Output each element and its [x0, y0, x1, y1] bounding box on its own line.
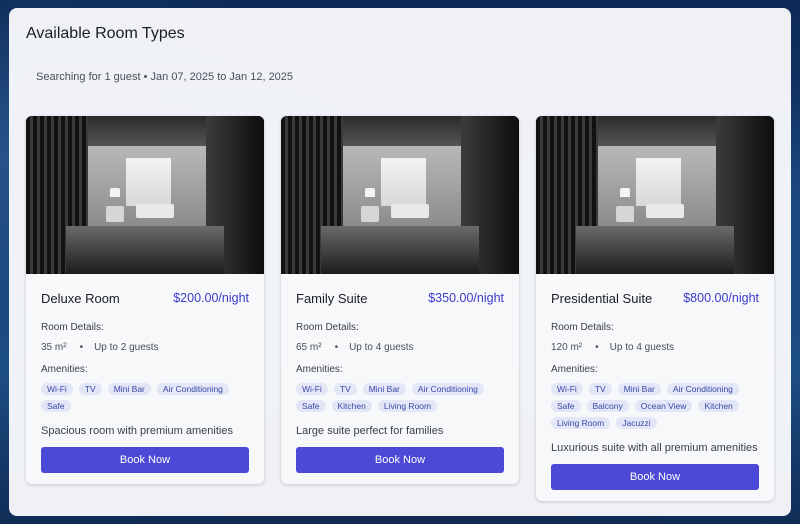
amenities-list: Wi-Fi TV Mini Bar Air Conditioning Safe Balco… — [551, 383, 759, 429]
amenity-tag: TV — [588, 383, 612, 395]
room-details-label: Room Details: — [551, 322, 614, 333]
room-name: Family Suite — [296, 290, 368, 306]
book-now-button[interactable]: Book Now — [41, 447, 249, 473]
room-name: Presidential Suite — [551, 290, 653, 306]
room-size: 120 m² — [551, 341, 583, 353]
amenity-tag: Ocean View — [634, 400, 693, 412]
amenities-list: Wi-Fi TV Mini Bar Air Conditioning Safe — [41, 383, 249, 412]
amenity-tag: Air Conditioning — [666, 383, 739, 395]
room-details: 35 m² • Up to 2 guests — [41, 341, 249, 353]
room-capacity: Up to 2 guests — [94, 341, 159, 353]
amenity-tag: Wi-Fi — [296, 383, 328, 395]
room-size: 35 m² — [41, 341, 67, 353]
room-description: Spacious room with premium amenities — [41, 425, 233, 437]
room-card: Family Suite $350.00/night Room Details:… — [281, 116, 519, 484]
room-price: $350.00/night — [428, 291, 504, 305]
room-capacity: Up to 4 guests — [349, 341, 414, 353]
room-capacity: Up to 4 guests — [609, 341, 675, 353]
book-now-button[interactable]: Book Now — [551, 464, 759, 490]
amenity-tag: Wi-Fi — [551, 383, 583, 395]
amenities-list: Wi-Fi TV Mini Bar Air Conditioning Safe Kitch… — [296, 383, 504, 412]
amenity-tag: Safe — [551, 400, 581, 412]
amenity-tag: Living Room — [551, 417, 611, 429]
amenities-label: Amenities: — [551, 364, 598, 375]
amenities-label: Amenities: — [296, 364, 343, 375]
page-title: Available Room Types — [26, 25, 185, 42]
amenities-label: Amenities: — [41, 364, 88, 375]
room-price: $200.00/night — [173, 291, 249, 305]
amenity-tag: Air Conditioning — [411, 383, 484, 395]
amenity-tag: Kitchen — [698, 400, 739, 412]
search-summary: Searching for 1 guest • Jan 07, 2025 to … — [26, 60, 774, 94]
separator-dot-icon: • — [334, 341, 339, 353]
separator-dot-icon: • — [79, 341, 84, 353]
room-image — [536, 116, 774, 274]
room-card: Deluxe Room $200.00/night Room Details: … — [26, 116, 264, 484]
room-image — [281, 116, 519, 274]
amenity-tag: Jacuzzi — [616, 417, 657, 429]
room-image — [26, 116, 264, 274]
amenity-tag: Safe — [296, 400, 326, 412]
amenity-tag: Wi-Fi — [41, 383, 73, 395]
room-description: Large suite perfect for families — [296, 425, 444, 437]
room-card-list: Deluxe Room $200.00/night Room Details: … — [26, 116, 774, 501]
amenity-tag: Mini Bar — [362, 383, 406, 395]
amenity-tag: Balcony — [586, 400, 629, 412]
amenity-tag: Safe — [41, 400, 71, 412]
room-name: Deluxe Room — [41, 290, 120, 306]
room-details-label: Room Details: — [296, 322, 359, 333]
amenity-tag: TV — [78, 383, 102, 395]
room-details-label: Room Details: — [41, 322, 104, 333]
amenity-tag: Living Room — [377, 400, 438, 412]
room-card: Presidential Suite $800.00/night Room De… — [536, 116, 774, 501]
room-details: 120 m² • Up to 4 guests — [551, 341, 759, 353]
amenity-tag: Kitchen — [331, 400, 372, 412]
room-details: 65 m² • Up to 4 guests — [296, 341, 504, 353]
room-price: $800.00/night — [683, 291, 759, 305]
room-types-panel: Available Room Types Searching for 1 gue… — [9, 8, 791, 516]
separator-dot-icon: • — [595, 341, 599, 353]
room-size: 65 m² — [296, 341, 322, 353]
amenity-tag: TV — [333, 383, 357, 395]
amenity-tag: Mini Bar — [107, 383, 151, 395]
amenity-tag: Mini Bar — [617, 383, 661, 395]
amenity-tag: Air Conditioning — [156, 383, 229, 395]
room-description: Luxurious suite with all premium ameniti… — [551, 442, 758, 454]
book-now-button[interactable]: Book Now — [296, 447, 504, 473]
